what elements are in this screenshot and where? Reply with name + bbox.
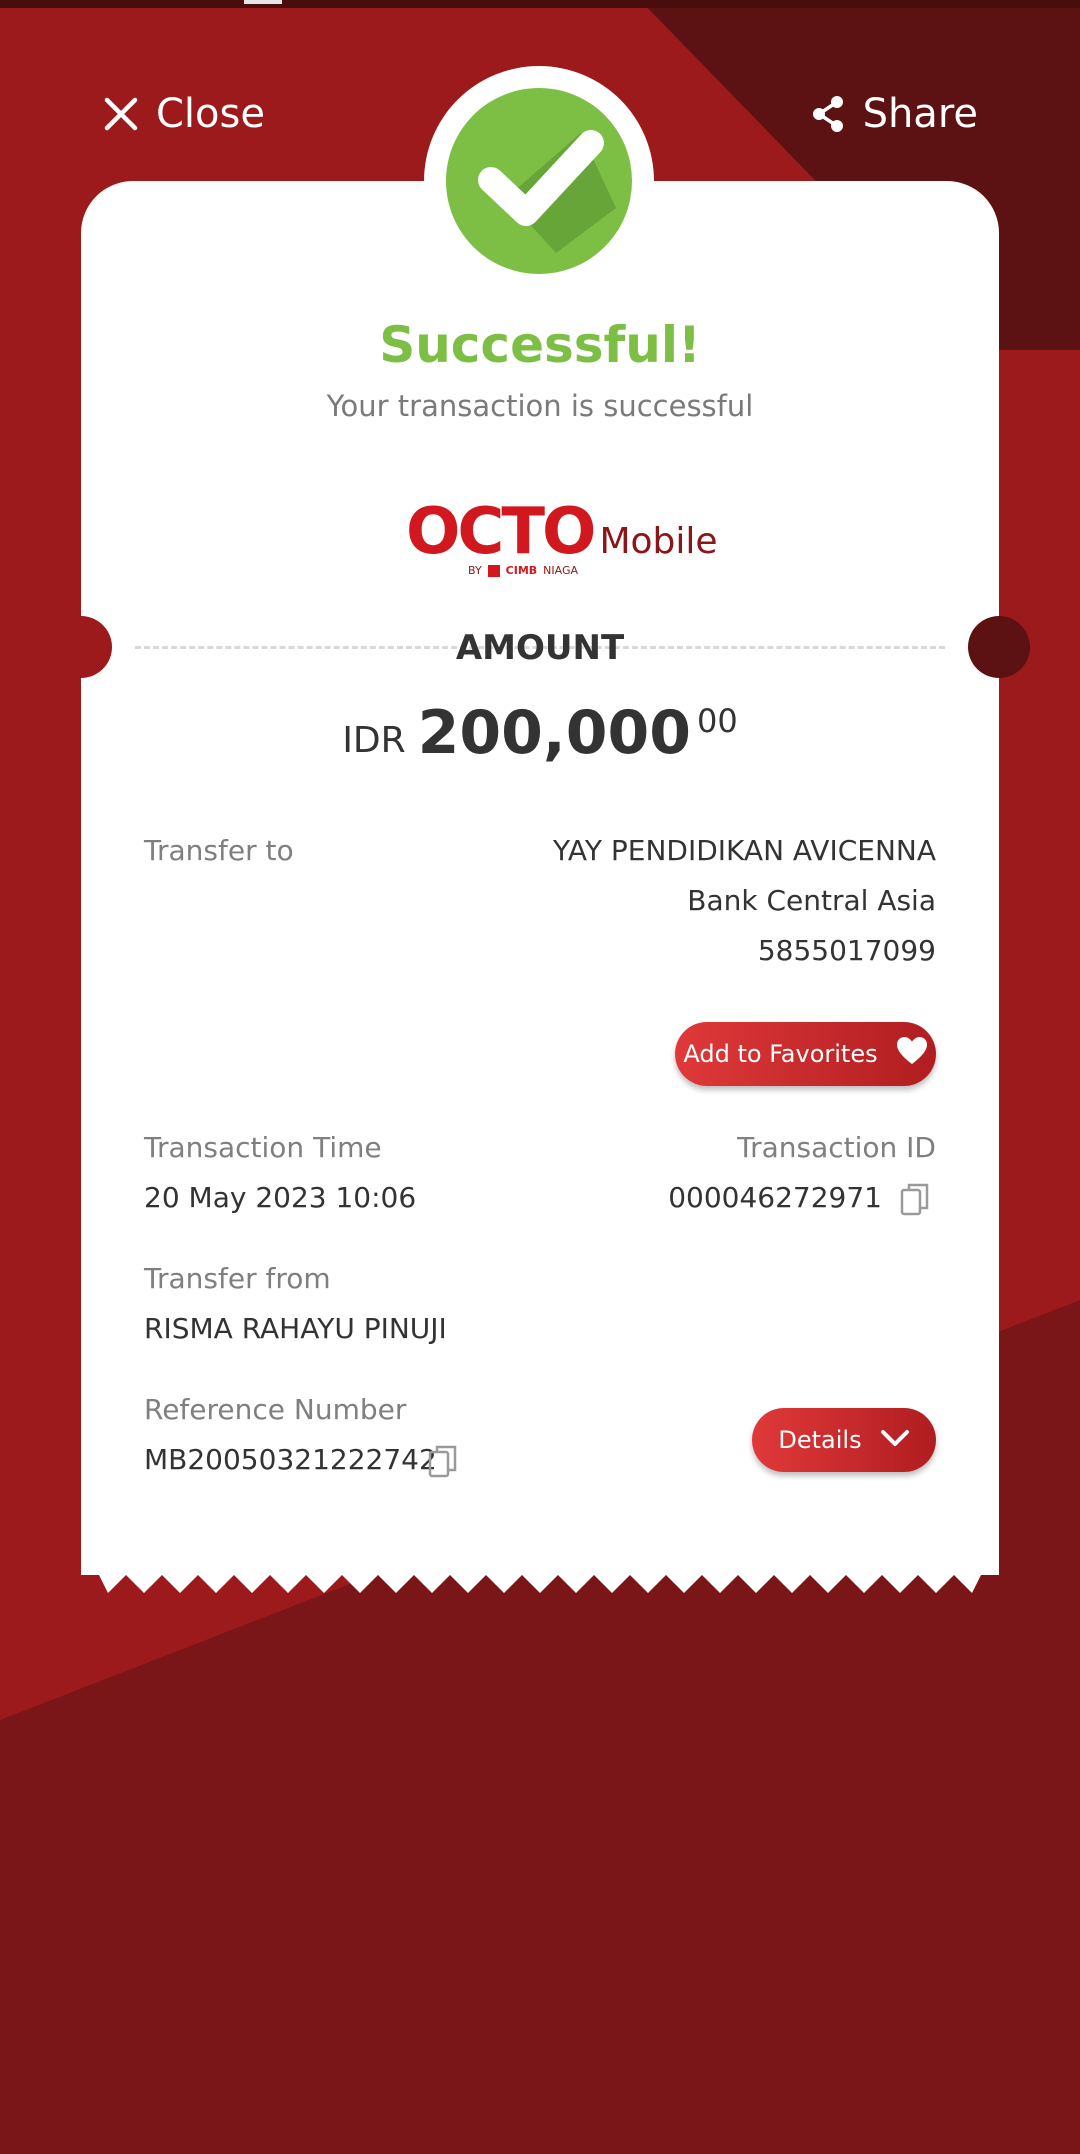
amount-currency: IDR <box>342 720 406 761</box>
copy-reference-icon[interactable] <box>428 1444 458 1482</box>
logo-by: BY <box>468 564 482 577</box>
reference-number-label: Reference Number <box>144 1393 407 1426</box>
transaction-time-value: 20 May 2023 10:06 <box>144 1181 417 1214</box>
close-icon <box>104 97 138 131</box>
details-button[interactable]: Details <box>752 1408 936 1472</box>
transaction-time-label: Transaction Time <box>144 1131 382 1164</box>
favorites-label: Add to Favorites <box>683 1040 878 1068</box>
success-badge <box>424 66 654 296</box>
transaction-id-value: 000046272971 <box>668 1181 882 1214</box>
transaction-id-label: Transaction ID <box>737 1131 936 1164</box>
close-button[interactable]: Close <box>104 84 265 144</box>
status-bar <box>0 0 1080 8</box>
success-title: Successful! <box>379 316 701 374</box>
heart-icon <box>896 1036 928 1072</box>
amount-decimals: 00 <box>696 702 738 740</box>
status-bar-indicator <box>244 0 282 4</box>
transfer-to-label: Transfer to <box>144 834 294 867</box>
receipt-zigzag-edge <box>81 1555 999 1593</box>
add-to-favorites-button[interactable]: Add to Favorites <box>675 1022 936 1086</box>
close-label: Close <box>156 91 265 137</box>
logo-bank: NIAGA <box>543 564 579 577</box>
recipient-bank: Bank Central Asia <box>687 884 936 917</box>
amount-display: IDR 200,000 00 <box>0 698 1080 768</box>
transfer-from-label: Transfer from <box>144 1262 331 1295</box>
share-button[interactable]: Share <box>811 84 978 144</box>
share-label: Share <box>862 91 978 137</box>
recipient-account: 5855017099 <box>757 934 936 967</box>
transfer-from-value: RISMA RAHAYU PINUJI <box>144 1312 447 1345</box>
logo-bank-bold: CIMB <box>505 564 538 577</box>
logo-brand: OCTO <box>406 495 596 569</box>
logo-product: Mobile <box>599 521 718 562</box>
cimb-mark-icon <box>487 564 500 577</box>
copy-transaction-id-icon[interactable] <box>900 1182 930 1220</box>
amount-value: 200,000 <box>417 698 691 768</box>
amount-label: AMOUNT <box>455 628 625 668</box>
chevron-down-icon <box>880 1426 910 1454</box>
details-label: Details <box>778 1426 862 1454</box>
recipient-name: YAY PENDIDIKAN AVICENNA <box>552 834 936 867</box>
success-subtitle: Your transaction is successful <box>326 389 754 423</box>
checkmark-icon <box>446 88 632 274</box>
share-icon <box>811 95 845 133</box>
octo-mobile-logo: OCTO Mobile BY CIMB NIAGA <box>406 495 718 577</box>
reference-number-value: MB20050321222742 <box>144 1443 437 1476</box>
